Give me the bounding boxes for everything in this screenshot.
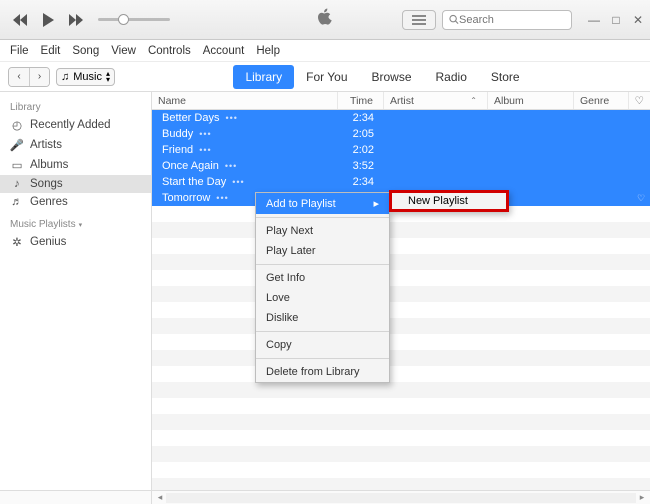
source-label: Music <box>73 71 102 83</box>
ctx-play-next[interactable]: Play Next <box>256 221 389 241</box>
heart-icon: ♡ <box>635 95 644 107</box>
ctx-love[interactable]: Love <box>256 288 389 308</box>
sidebar-item-label: Artists <box>30 139 62 151</box>
guitar-icon: ♬ <box>10 196 24 208</box>
sidebar-item-genius[interactable]: ✲ Genius <box>0 232 151 252</box>
prev-track-button[interactable] <box>8 8 32 32</box>
col-artist[interactable]: Artist⌃ <box>384 92 488 109</box>
search-input[interactable] <box>459 14 565 26</box>
source-selector[interactable]: ♫ Music ▴▾ <box>56 68 115 86</box>
tab-for-you[interactable]: For You <box>294 65 359 89</box>
sidebar-item-label: Albums <box>30 159 68 171</box>
ctx-play-later[interactable]: Play Later <box>256 241 389 261</box>
back-button[interactable]: ‹ <box>9 68 29 86</box>
status-bar: ◂ ▸ <box>0 490 650 504</box>
ctx-copy[interactable]: Copy <box>256 335 389 355</box>
row-actions-icon[interactable]: ••• <box>216 193 228 203</box>
tab-radio[interactable]: Radio <box>424 65 479 89</box>
tab-library[interactable]: Library <box>233 65 294 89</box>
window-controls: — □ ✕ <box>588 13 644 27</box>
nav-back-forward: ‹ › <box>8 67 50 87</box>
mic-icon: 🎤 <box>10 138 24 152</box>
context-menu: Add to Playlist▸ Play Next Play Later Ge… <box>255 192 390 383</box>
tab-store[interactable]: Store <box>479 65 532 89</box>
row-actions-icon[interactable]: ••• <box>199 129 211 139</box>
row-actions-icon[interactable]: ••• <box>232 177 244 187</box>
menu-help[interactable]: Help <box>252 43 284 59</box>
chevron-down-icon: ▾ <box>79 221 83 229</box>
toolbar: ‹ › ♫ Music ▴▾ Library For You Browse Ra… <box>0 62 650 92</box>
menu-view[interactable]: View <box>107 43 140 59</box>
next-track-button[interactable] <box>64 8 88 32</box>
sidebar-item-label: Recently Added <box>30 119 111 131</box>
sidebar-item-label: Songs <box>30 178 63 190</box>
forward-button[interactable]: › <box>29 68 49 86</box>
row-actions-icon[interactable]: ••• <box>225 113 237 123</box>
ctx-dislike[interactable]: Dislike <box>256 308 389 328</box>
col-album[interactable]: Album <box>488 92 574 109</box>
apple-logo-icon <box>317 8 333 31</box>
menu-file[interactable]: File <box>6 43 33 59</box>
sidebar-item-albums[interactable]: ▭ Albums <box>0 155 151 175</box>
genius-icon: ✲ <box>10 235 24 249</box>
col-love[interactable]: ♡ <box>629 92 650 109</box>
sidebar: Library ◴ Recently Added 🎤 Artists ▭ Albums… <box>0 92 152 490</box>
col-name[interactable]: Name <box>152 92 338 109</box>
sidebar-item-genres[interactable]: ♬ Genres <box>0 193 151 211</box>
ctx-get-info[interactable]: Get Info <box>256 268 389 288</box>
sidebar-library-header: Library <box>0 98 151 115</box>
volume-slider[interactable] <box>98 18 170 21</box>
content-area: Name Time Artist⌃ Album Genre ♡ Better D… <box>152 92 650 490</box>
ctx-delete[interactable]: Delete from Library <box>256 362 389 382</box>
submenu-arrow-icon: ▸ <box>373 197 379 210</box>
col-genre[interactable]: Genre <box>574 92 629 109</box>
table-body: Better Days•••2:34 Buddy•••2:05 Friend••… <box>152 110 650 490</box>
sidebar-item-songs[interactable]: ♪ Songs <box>0 175 151 193</box>
close-button[interactable]: ✕ <box>632 13 644 27</box>
table-row[interactable]: Buddy•••2:05 <box>152 126 650 142</box>
note-icon: ♪ <box>10 178 24 190</box>
playback-controls <box>6 8 90 32</box>
ctx-add-to-playlist[interactable]: Add to Playlist▸ <box>256 193 389 214</box>
sort-arrow-icon: ⌃ <box>470 96 481 105</box>
table-header: Name Time Artist⌃ Album Genre ♡ <box>152 92 650 110</box>
menu-song[interactable]: Song <box>68 43 103 59</box>
sidebar-item-label: Genres <box>30 196 68 208</box>
table-row[interactable]: Start the Day•••2:34 <box>152 174 650 190</box>
menu-bar: File Edit Song View Controls Account Hel… <box>0 40 650 62</box>
menu-controls[interactable]: Controls <box>144 43 195 59</box>
play-button[interactable] <box>36 8 60 32</box>
sidebar-item-recently-added[interactable]: ◴ Recently Added <box>0 115 151 135</box>
table-row[interactable]: Better Days•••2:34 <box>152 110 650 126</box>
scroll-right-icon[interactable]: ▸ <box>636 492 648 503</box>
scroll-left-icon[interactable]: ◂ <box>154 492 166 503</box>
menu-edit[interactable]: Edit <box>37 43 65 59</box>
title-bar: — □ ✕ <box>0 0 650 40</box>
sidebar-playlists-header[interactable]: Music Playlists▾ <box>0 211 151 232</box>
maximize-button[interactable]: □ <box>610 13 622 27</box>
sidebar-item-label: Genius <box>30 236 66 248</box>
clock-icon: ◴ <box>10 118 24 132</box>
submenu-new-playlist[interactable]: New Playlist <box>389 190 509 212</box>
search-icon <box>449 14 459 25</box>
search-field-wrapper[interactable] <box>442 10 572 30</box>
horizontal-scrollbar[interactable]: ◂ ▸ <box>152 491 650 504</box>
table-row[interactable]: Friend•••2:02 <box>152 142 650 158</box>
sidebar-item-artists[interactable]: 🎤 Artists <box>0 135 151 155</box>
row-actions-icon[interactable]: ••• <box>225 161 237 171</box>
music-note-icon: ♫ <box>61 71 69 83</box>
tab-browse[interactable]: Browse <box>360 65 424 89</box>
table-row[interactable]: Once Again•••3:52 <box>152 158 650 174</box>
menu-account[interactable]: Account <box>199 43 249 59</box>
row-actions-icon[interactable]: ••• <box>199 145 211 155</box>
minimize-button[interactable]: — <box>588 13 600 27</box>
list-view-button[interactable] <box>402 10 436 30</box>
album-icon: ▭ <box>10 158 24 172</box>
chevron-updown-icon: ▴▾ <box>106 71 110 83</box>
col-time[interactable]: Time <box>338 92 384 109</box>
